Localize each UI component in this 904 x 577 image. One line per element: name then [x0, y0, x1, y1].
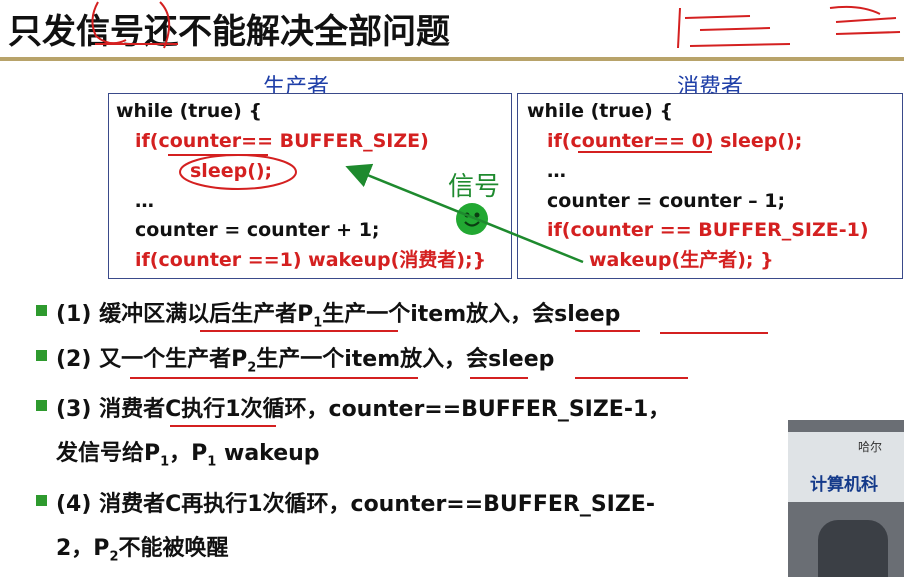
bullet-4-text-c: 不能被唤醒 — [118, 536, 229, 561]
handwritten-title-circle — [91, 1, 127, 45]
bullet-2-sub: 2 — [247, 360, 257, 376]
video-sign-line-2: 计算机科 — [810, 475, 878, 495]
bullet-2-text-b: 生产一个item放入，会sleep — [256, 347, 555, 372]
handwritten-title-mark — [159, 1, 171, 49]
signal-arrow — [345, 163, 584, 264]
bullet-4-line-2: 2，P2不能被唤醒 — [56, 530, 229, 564]
bullet-2-text-a: (2) 又一个生产者P — [56, 347, 248, 372]
bullet-square-icon — [36, 400, 47, 411]
bullet-1-text-b: 生产一个item放入，会sleep — [322, 302, 621, 327]
bullet-3-line-1: (3) 消费者C执行1次循环，counter==BUFFER_SIZE-1， — [56, 397, 671, 422]
bullet-1-sub: 1 — [313, 315, 323, 331]
handwritten-scribble-right-2 — [829, 5, 901, 35]
bullet-3-text-c: ，P — [169, 441, 208, 466]
bullet-1: (1) 缓冲区满以后生产者P1生产一个item放入，会sleep — [56, 296, 620, 330]
bullet-4-text-b: 2，P — [56, 536, 110, 561]
handwritten-sleep-circle — [179, 154, 297, 190]
handwritten-scribble-right-1 — [677, 7, 791, 49]
bullet-3-sub-2: 1 — [207, 454, 217, 470]
bullet-square-icon — [36, 495, 47, 506]
bullet-square-icon — [36, 350, 47, 361]
lecturer-figure — [818, 520, 888, 577]
bullet-2: (2) 又一个生产者P2生产一个item放入，会sleep — [56, 341, 554, 375]
bullet-4-line-1: (4) 消费者C再执行1次循环，counter==BUFFER_SIZE- — [56, 492, 655, 517]
lecturer-video-overlay: 哈尔 计算机科 — [788, 420, 904, 577]
video-sign-line-1: 哈尔 — [858, 440, 883, 454]
bullet-square-icon — [36, 305, 47, 316]
bullet-3-line-2: 发信号给P1，P1 wakeup — [56, 435, 320, 469]
bullet-1-text-a: (1) 缓冲区满以后生产者P — [56, 302, 314, 327]
bullet-3-sub-1: 1 — [160, 454, 170, 470]
bullet-3-text-b: 发信号给P — [56, 441, 161, 466]
bullet-3-text-d: wakeup — [216, 441, 320, 466]
